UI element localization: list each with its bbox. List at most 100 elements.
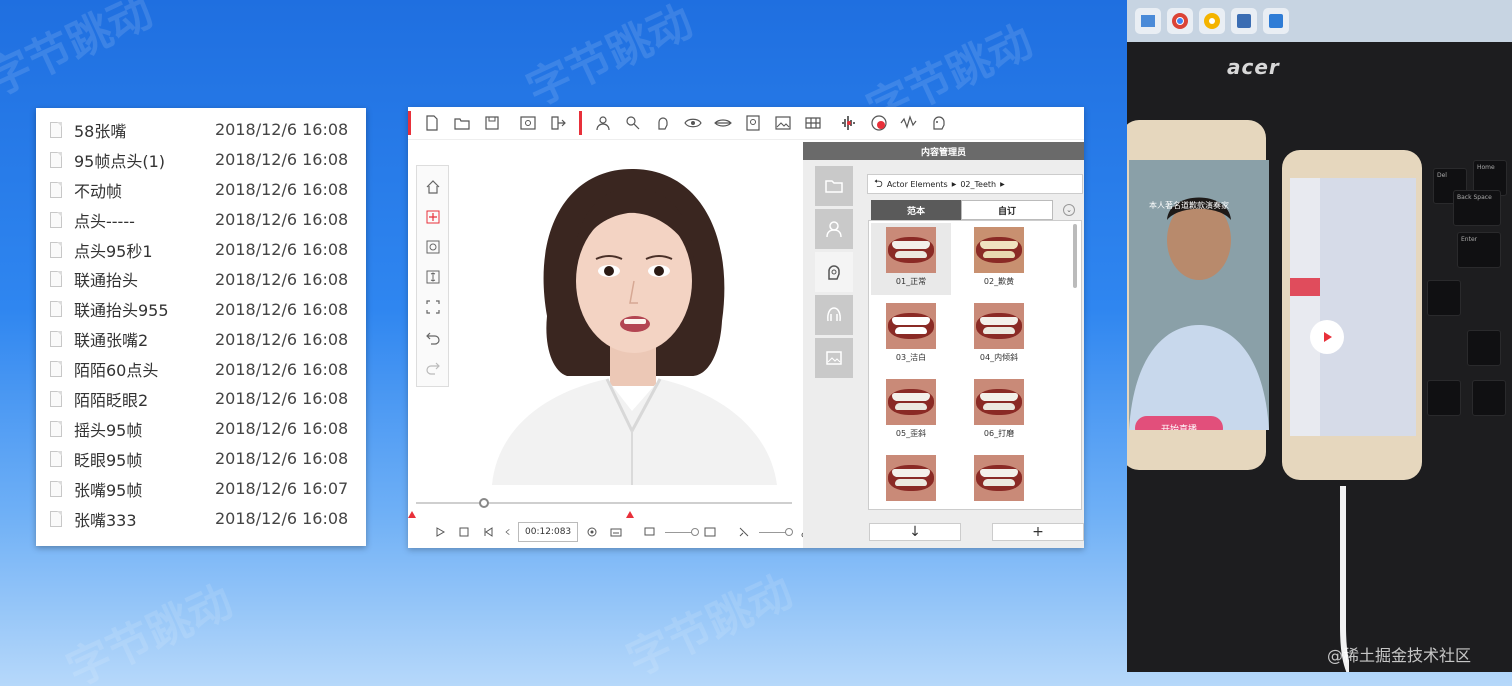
preview-icon[interactable] xyxy=(517,112,539,134)
laptop-taskbar xyxy=(1127,0,1512,42)
timeline-settings-icon[interactable] xyxy=(584,524,600,540)
home-icon[interactable] xyxy=(422,176,444,198)
file-row[interactable]: 眨眼95帧 2018/12/6 16:08 xyxy=(36,444,366,474)
thumbnail-label: 01_正常 xyxy=(895,277,927,286)
chevron-down-icon[interactable]: ⌄ xyxy=(1063,204,1075,216)
tab-background[interactable] xyxy=(815,338,853,378)
thumbnail-label: 03_洁白 xyxy=(895,353,927,362)
teeth-thumbnail[interactable]: 04_内倾斜 xyxy=(959,299,1039,371)
tab-hair[interactable] xyxy=(815,295,853,335)
file-row[interactable]: 陌陌60点头 2018/12/6 16:08 xyxy=(36,354,366,384)
zoom-in-icon[interactable] xyxy=(702,524,718,540)
new-file-icon[interactable] xyxy=(421,112,443,134)
file-row[interactable]: 58张嘴 2018/12/6 16:08 xyxy=(36,115,366,145)
tab-folder[interactable] xyxy=(815,166,853,206)
file-icon xyxy=(50,480,62,497)
breadcrumb-root[interactable]: Actor Elements xyxy=(887,180,948,189)
content-thumbnail-grid: 01_正常 02_歉黄 03_洁白 04_内倾斜 05_歪斜 06_打磨 xyxy=(868,220,1082,510)
zoom-out-icon[interactable] xyxy=(642,524,658,540)
file-date: 2018/12/6 16:08 xyxy=(215,419,349,439)
breadcrumb-folder[interactable]: 02_Teeth xyxy=(960,180,996,189)
tab-actor[interactable] xyxy=(815,209,853,249)
file-date: 2018/12/6 16:08 xyxy=(215,509,349,529)
file-date: 2018/12/6 16:08 xyxy=(215,329,349,349)
record-icon[interactable] xyxy=(868,112,890,134)
timeline-track[interactable] xyxy=(416,502,792,504)
file-icon xyxy=(50,510,62,527)
teeth-thumbnail[interactable]: 05_歪斜 xyxy=(871,375,951,447)
export-icon[interactable] xyxy=(547,112,569,134)
file-date: 2018/12/6 16:08 xyxy=(215,269,349,289)
file-icon xyxy=(50,121,62,138)
head-icon[interactable] xyxy=(652,112,674,134)
download-button[interactable]: ↓ xyxy=(869,523,961,541)
file-row[interactable]: 张嘴95帧 2018/12/6 16:07 xyxy=(36,474,366,504)
zoom-slider[interactable] xyxy=(665,527,700,536)
audio-icon[interactable] xyxy=(838,112,860,134)
file-date: 2018/12/6 16:08 xyxy=(215,299,349,319)
actor-preview-viewport[interactable] xyxy=(452,141,802,485)
timeline-start-marker[interactable] xyxy=(408,511,416,518)
keyboard-key: Enter xyxy=(1457,232,1501,268)
content-path-breadcrumb[interactable]: ⮌ Actor Elements ▶ 02_Teeth ▶ xyxy=(867,174,1083,194)
save-icon[interactable] xyxy=(481,112,503,134)
rotate-icon[interactable] xyxy=(422,236,444,258)
file-row[interactable]: 联通抬头 2018/12/6 16:08 xyxy=(36,264,366,294)
timeline-playhead[interactable] xyxy=(478,498,489,508)
volume-slider[interactable] xyxy=(759,527,794,536)
redo-icon[interactable] xyxy=(422,356,444,378)
file-icon xyxy=(50,301,62,318)
teeth-thumbnail[interactable]: 03_洁白 xyxy=(871,299,951,371)
file-row[interactable]: 摇头95帧 2018/12/6 16:08 xyxy=(36,414,366,444)
wave-icon[interactable] xyxy=(898,112,920,134)
grid-icon[interactable] xyxy=(802,112,824,134)
timeline-end-marker[interactable] xyxy=(626,511,634,518)
tab-custom[interactable]: 自订 xyxy=(961,200,1053,220)
file-name: 陌陌60点头 xyxy=(74,361,159,381)
teeth-image xyxy=(886,303,936,349)
teeth-thumbnail[interactable] xyxy=(959,451,1039,509)
eye-icon[interactable] xyxy=(682,112,704,134)
portrait-icon[interactable] xyxy=(742,112,764,134)
mouth-icon[interactable] xyxy=(712,112,734,134)
edit-icon[interactable] xyxy=(622,112,644,134)
teeth-thumbnail[interactable]: 06_打磨 xyxy=(959,375,1039,447)
undo-icon[interactable] xyxy=(422,326,444,348)
image-icon[interactable] xyxy=(772,112,794,134)
file-icon xyxy=(50,271,62,288)
teeth-thumbnail[interactable]: 02_歉黄 xyxy=(959,223,1039,295)
file-row[interactable]: 点头95秒1 2018/12/6 16:08 xyxy=(36,235,366,265)
add-button[interactable]: + xyxy=(992,523,1084,541)
previous-frame-icon[interactable] xyxy=(480,524,496,540)
actor-icon[interactable] xyxy=(592,112,614,134)
step-back-icon[interactable] xyxy=(504,524,512,540)
actor-icon xyxy=(826,221,842,238)
fit-icon[interactable] xyxy=(422,296,444,318)
file-row[interactable]: 联通抬头955 2018/12/6 16:08 xyxy=(36,294,366,324)
file-row[interactable]: 张嘴333 2018/12/6 16:08 xyxy=(36,504,366,534)
file-row[interactable]: 陌陌眨眼2 2018/12/6 16:08 xyxy=(36,384,366,414)
play-icon[interactable] xyxy=(432,524,448,540)
thumbnail-scrollbar[interactable] xyxy=(1073,224,1077,288)
keyboard-key xyxy=(1427,280,1461,316)
phone-left-screen: 本人著名道歉款演奏家 开始直播 xyxy=(1129,160,1269,430)
teeth-image xyxy=(974,227,1024,273)
tab-sample[interactable]: 范本 xyxy=(871,200,961,220)
teeth-thumbnail[interactable]: 01_正常 xyxy=(871,223,951,295)
back-arrow-icon[interactable]: ⮌ xyxy=(874,175,883,194)
file-row[interactable]: 不动帧 2018/12/6 16:08 xyxy=(36,175,366,205)
timecode-display[interactable]: 00:12:083 xyxy=(518,522,579,542)
file-name: 联通张嘴2 xyxy=(74,331,149,351)
open-folder-icon[interactable] xyxy=(451,112,473,134)
file-row[interactable]: 点头----- 2018/12/6 16:08 xyxy=(36,205,366,235)
file-row[interactable]: 95帧点头(1) 2018/12/6 16:08 xyxy=(36,145,366,175)
file-row[interactable]: 联通张嘴2 2018/12/6 16:08 xyxy=(36,324,366,354)
volume-icon[interactable] xyxy=(736,524,752,540)
face-icon[interactable] xyxy=(928,112,950,134)
move-icon[interactable] xyxy=(422,206,444,228)
subtitle-icon[interactable] xyxy=(608,524,624,540)
stop-icon[interactable] xyxy=(456,524,472,540)
height-icon[interactable] xyxy=(422,266,444,288)
tab-facial[interactable] xyxy=(815,252,853,292)
teeth-thumbnail[interactable] xyxy=(871,451,951,509)
